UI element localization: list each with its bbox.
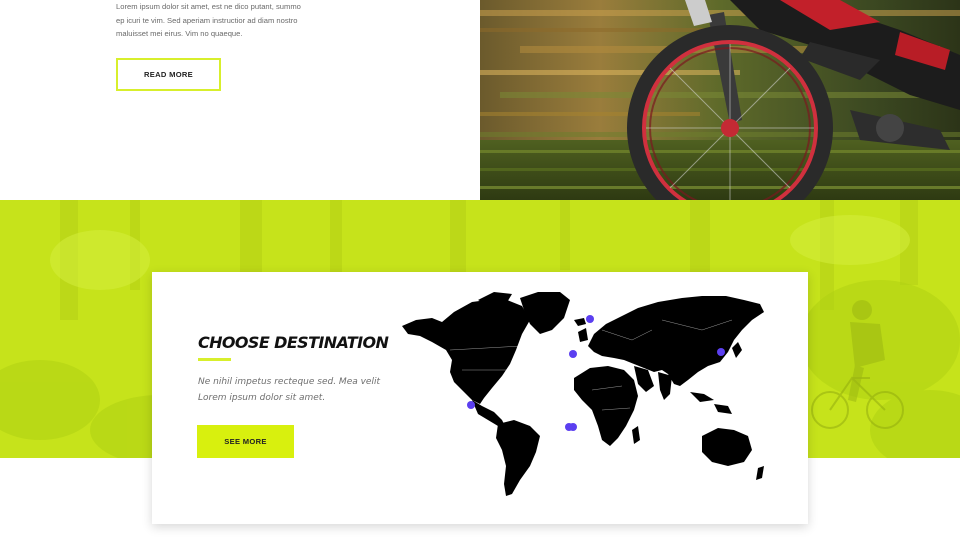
see-more-button[interactable]: SEE MORE [197, 425, 294, 458]
intro-line: ep icuri te vim. Sed aperiam instructior… [116, 15, 298, 25]
destination-marker[interactable] [586, 315, 594, 323]
intro-line: Lorem ipsum dolor sit amet, est ne dico … [116, 2, 301, 11]
destination-marker[interactable] [565, 423, 573, 431]
intro-paragraph: Lorem ipsum dolor sit amet, est ne dico … [116, 0, 316, 41]
destination-card: CHOOSE DESTINATION Ne nihil impetus rect… [152, 272, 808, 524]
description-line: Lorem ipsum dolor sit amet. [198, 392, 326, 403]
destination-marker[interactable] [569, 350, 577, 358]
destination-title: CHOOSE DESTINATION [198, 333, 389, 352]
intro-line: maluisset mei eirus. Vim no quaeque. [116, 29, 243, 38]
destination-description: Ne nihil impetus recteque sed. Mea velit… [198, 375, 388, 406]
destination-marker[interactable] [717, 348, 725, 356]
read-more-button[interactable]: READ MORE [116, 58, 221, 91]
mountain-bike-photo [480, 0, 960, 200]
destination-marker[interactable] [467, 401, 475, 409]
intro-section: Lorem ipsum dolor sit amet, est ne dico … [0, 0, 960, 200]
title-underline [198, 358, 231, 361]
continents [402, 292, 764, 496]
description-line: Ne nihil impetus recteque sed. Mea velit [198, 377, 380, 387]
world-map [402, 290, 782, 500]
